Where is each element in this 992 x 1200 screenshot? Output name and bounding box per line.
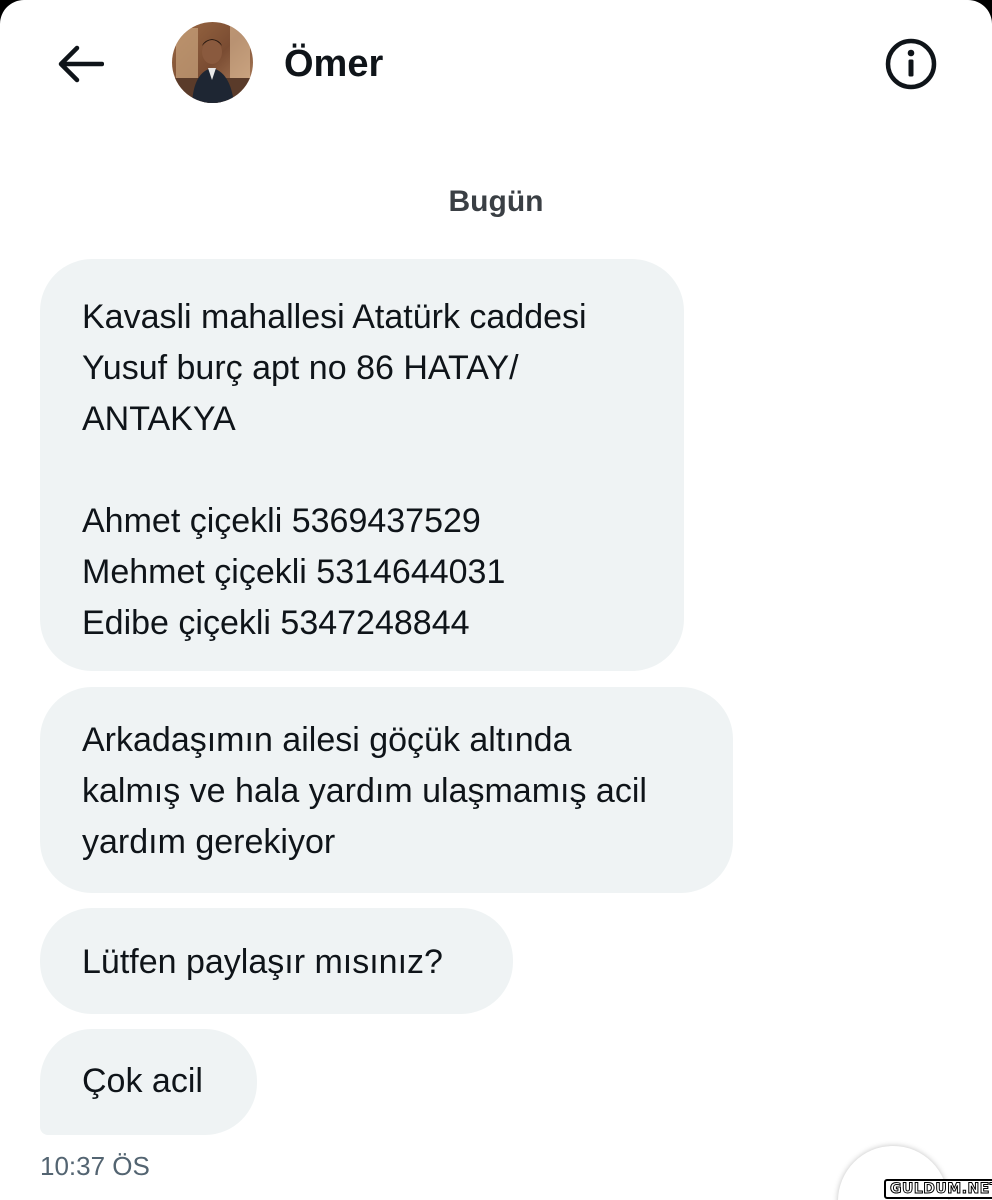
message-line: Yusuf burç apt no 86 HATAY/ <box>82 349 519 387</box>
avatar-photo <box>172 22 253 103</box>
message-bubble[interactable]: Arkadaşımın ailesi göçük altında kalmış … <box>40 687 733 893</box>
message-line: Edibe çiçekli 5347248844 <box>82 604 470 642</box>
arrow-left-icon <box>58 45 104 83</box>
watermark-text: GULDUM.NET <box>884 1179 992 1199</box>
message-line: Kavasli mahallesi Atatürk caddesi <box>82 298 587 336</box>
message-line: Arkadaşımın ailesi göçük altında <box>82 721 572 759</box>
watermark-logo: GULDUM.NET <box>884 1178 992 1200</box>
dm-conversation-screen: Ömer Bugün Kavasli mahallesi Atatürk cad… <box>0 0 992 1200</box>
contact-name[interactable]: Ömer <box>284 40 383 88</box>
message-line: Ahmet çiçekli 5369437529 <box>82 502 481 540</box>
message-bubble[interactable]: Çok acil <box>40 1029 257 1135</box>
avatar[interactable] <box>172 22 253 103</box>
message-line: Çok acil <box>82 1062 203 1100</box>
date-divider: Bugün <box>448 185 544 218</box>
info-button[interactable] <box>880 36 942 92</box>
message-bubble[interactable]: Lütfen paylaşır mısınız? <box>40 908 513 1014</box>
conversation-header: Ömer <box>0 0 992 128</box>
message-line: kalmış ve hala yardım ulaşmamış acil <box>82 772 647 810</box>
back-button[interactable] <box>52 38 108 90</box>
message-timestamp: 10:37 ÖS <box>40 1151 150 1181</box>
message-bubble[interactable]: Kavasli mahallesi Atatürk caddesi Yusuf … <box>40 259 684 671</box>
info-circle-icon <box>885 38 937 90</box>
message-line: Lütfen paylaşır mısınız? <box>82 943 443 981</box>
message-line: yardım gerekiyor <box>82 823 336 861</box>
message-line: ANTAKYA <box>82 400 236 438</box>
message-line: Mehmet çiçekli 5314644031 <box>82 553 506 591</box>
